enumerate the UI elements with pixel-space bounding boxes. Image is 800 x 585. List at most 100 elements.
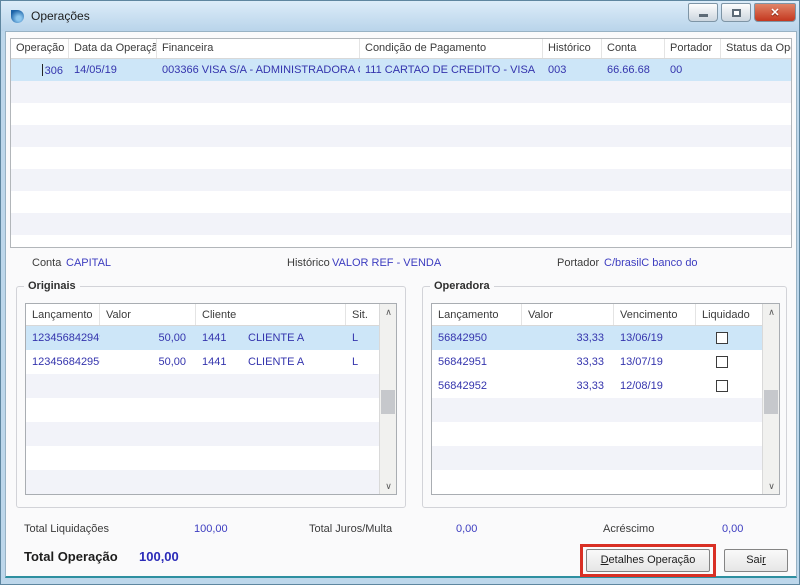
empty-row — [432, 422, 779, 446]
operadora-title: Operadora — [430, 280, 494, 292]
operadora-header: Lançamento Valor Vencimento Liquidado — [432, 304, 779, 326]
dialog-content: Operação Data da Operação Financeira Con… — [5, 31, 797, 578]
operations-grid-header: Operação Data da Operação Financeira Con… — [11, 39, 791, 59]
empty-grid-row — [11, 191, 791, 213]
empty-grid-row — [11, 235, 791, 248]
operadora-scrollbar[interactable]: ∧ ∨ — [762, 304, 779, 494]
total-liquidacoes-value: 100,00 — [194, 523, 228, 535]
empty-grid-row — [11, 213, 791, 235]
empty-grid-row — [11, 81, 791, 103]
empty-row — [26, 470, 396, 494]
empty-grid-row — [11, 103, 791, 125]
total-juros-value: 0,00 — [456, 523, 477, 535]
conta-value: CAPITAL — [66, 257, 111, 269]
col-sit: Sit. — [346, 304, 379, 325]
col-condicao-pagamento: Condição de Pagamento — [360, 39, 543, 58]
maximize-button[interactable] — [721, 3, 751, 22]
operations-grid: Operação Data da Operação Financeira Con… — [10, 38, 792, 248]
maximize-icon — [732, 9, 741, 17]
col-financeira: Financeira — [157, 39, 360, 58]
cell-vencimento: 13/06/19 — [614, 332, 696, 344]
btn-text: etalhes Operação — [609, 554, 696, 566]
scroll-thumb[interactable] — [764, 390, 778, 414]
cell-data: 14/05/19 — [69, 64, 157, 76]
portador-label: Portador — [557, 257, 599, 269]
scroll-up-icon[interactable]: ∧ — [763, 304, 780, 320]
operadora-row[interactable]: 56842952 33,33 12/08/19 — [432, 374, 779, 398]
conta-label: Conta — [32, 257, 61, 269]
operadora-row[interactable]: 56842950 33,33 13/06/19 — [432, 326, 779, 350]
total-operacao-value: 100,00 — [139, 549, 179, 564]
cell-lancamento: 123456842956 — [26, 356, 100, 368]
window-title: Operações — [31, 9, 90, 23]
cell-cliente-nome: CLIENTE A — [242, 356, 346, 368]
originais-table: Lançamento Valor Cliente Sit. 1234568429… — [25, 303, 397, 495]
cell-valor: 33,33 — [522, 332, 614, 344]
cell-vencimento: 13/07/19 — [614, 356, 696, 368]
liquidado-checkbox[interactable] — [716, 380, 728, 392]
originais-row[interactable]: 123456842956 50,00 1441 CLIENTE A L — [26, 350, 396, 374]
cell-portador: 00 — [665, 64, 721, 76]
originais-group: Originais Lançamento Valor Cliente Sit. … — [16, 286, 406, 508]
empty-grid-row — [11, 147, 791, 169]
empty-row — [26, 398, 396, 422]
historico-label: Histórico — [287, 257, 330, 269]
cell-cliente-cod: 1441 — [196, 356, 242, 368]
empty-grid-row — [11, 125, 791, 147]
col-lancamento: Lançamento — [432, 304, 522, 325]
cell-liquidado — [696, 380, 764, 392]
col-operacao: Operação — [11, 39, 69, 58]
empty-row — [26, 446, 396, 470]
acrescimo-label: Acréscimo — [603, 523, 654, 535]
liquidado-checkbox[interactable] — [716, 332, 728, 344]
minimize-button[interactable] — [688, 3, 718, 22]
cell-lancamento: 56842950 — [432, 332, 522, 344]
close-button[interactable]: ✕ — [754, 3, 796, 22]
cell-sit: L — [346, 356, 379, 368]
text-cursor — [42, 64, 43, 76]
originais-scrollbar[interactable]: ∧ ∨ — [379, 304, 396, 494]
cell-cliente-cod: 1441 — [196, 332, 242, 344]
empty-row — [432, 398, 779, 422]
col-status-operacao: Status da Operação — [721, 39, 791, 58]
operadora-group: Operadora Lançamento Valor Vencimento Li… — [422, 286, 787, 508]
acrescimo-value: 0,00 — [722, 523, 743, 535]
operacoes-window: Operações ✕ Operação Data da Operação Fi… — [0, 0, 800, 585]
sair-button[interactable]: Sair — [724, 549, 788, 572]
scroll-down-icon[interactable]: ∨ — [380, 478, 397, 494]
empty-row — [26, 422, 396, 446]
cell-lancamento: 56842952 — [432, 380, 522, 392]
col-portador: Portador — [665, 39, 721, 58]
col-lancamento: Lançamento — [26, 304, 100, 325]
scroll-down-icon[interactable]: ∨ — [763, 478, 780, 494]
historico-value: VALOR REF - VENDA — [332, 257, 441, 269]
operadora-row[interactable]: 56842951 33,33 13/07/19 — [432, 350, 779, 374]
close-icon: ✕ — [770, 6, 779, 19]
col-vencimento: Vencimento — [614, 304, 696, 325]
col-conta: Conta — [602, 39, 665, 58]
originais-header: Lançamento Valor Cliente Sit. — [26, 304, 396, 326]
originais-row[interactable]: 123456842949 50,00 1441 CLIENTE A L — [26, 326, 396, 350]
cell-operacao: 306 — [11, 64, 69, 77]
col-liquidado: Liquidado — [696, 304, 764, 325]
detalhes-operacao-button[interactable]: Detalhes Operação — [586, 549, 710, 572]
total-juros-label: Total Juros/Multa — [309, 523, 392, 535]
empty-row — [432, 470, 779, 494]
cell-sit: L — [346, 332, 379, 344]
cell-historico: 003 — [543, 64, 602, 76]
cell-valor: 33,33 — [522, 380, 614, 392]
btn-accel: D — [601, 554, 609, 566]
btn-text: Sai — [746, 554, 762, 566]
cell-lancamento: 123456842949 — [26, 332, 100, 344]
cell-lancamento: 56842951 — [432, 356, 522, 368]
col-historico: Histórico — [543, 39, 602, 58]
cell-liquidado — [696, 356, 764, 368]
cell-condicao: 111 CARTAO DE CREDITO - VISA — [360, 64, 543, 76]
operadora-table: Lançamento Valor Vencimento Liquidado 56… — [431, 303, 780, 495]
scroll-thumb[interactable] — [381, 390, 395, 414]
operation-row[interactable]: 306 14/05/19 003366 VISA S/A - ADMINISTR… — [11, 59, 791, 81]
liquidado-checkbox[interactable] — [716, 356, 728, 368]
cell-valor: 50,00 — [100, 356, 196, 368]
col-data-operacao: Data da Operação — [69, 39, 157, 58]
scroll-up-icon[interactable]: ∧ — [380, 304, 397, 320]
